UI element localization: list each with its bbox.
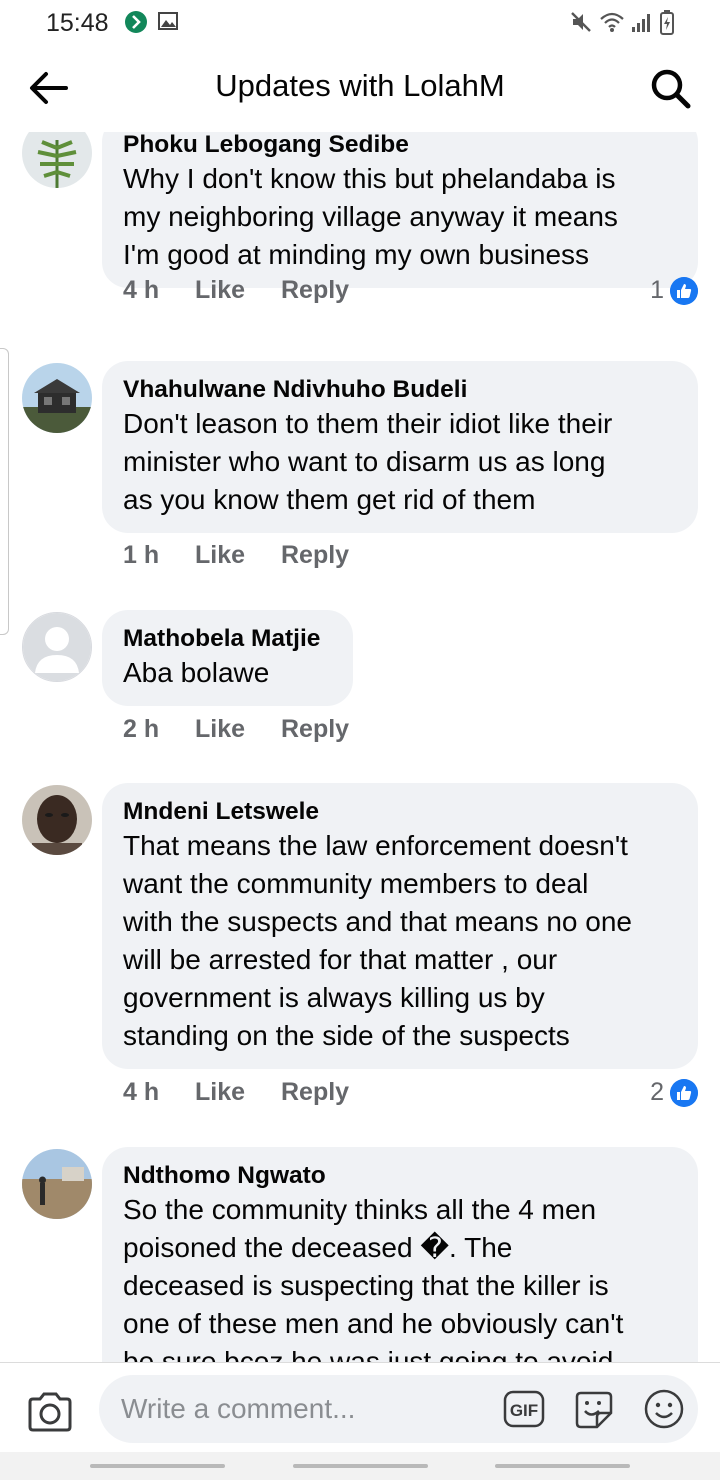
gif-label: GIF bbox=[510, 1401, 538, 1420]
comment-author[interactable]: Mathobela Matjie bbox=[123, 624, 333, 654]
comment-line: Why I don't know this but phelandaba is bbox=[123, 163, 616, 194]
comment-bubble[interactable]: Mndeni Letswele That means the law enfor… bbox=[102, 783, 698, 1069]
comment-line: government is always killing us by bbox=[123, 982, 545, 1013]
comment-line: Aba bolawe bbox=[123, 657, 270, 688]
header: Updates with LolahM bbox=[0, 46, 720, 132]
reaction-number: 1 bbox=[650, 276, 664, 304]
comment-author[interactable]: Phoku Lebogang Sedibe bbox=[123, 132, 678, 160]
nav-back-button[interactable] bbox=[495, 1464, 630, 1468]
comment-author[interactable]: Ndthomo Ngwato bbox=[123, 1161, 678, 1191]
comment-line: deceased is suspecting that the killer i… bbox=[123, 1270, 609, 1301]
comment-line: be sure bcoz he was just going to avoid bbox=[123, 1346, 614, 1362]
avatar[interactable] bbox=[22, 612, 92, 682]
camera-icon bbox=[28, 1392, 72, 1432]
gallery-icon bbox=[158, 12, 178, 30]
reply-button[interactable]: Reply bbox=[281, 715, 349, 744]
reaction-count[interactable]: 2 bbox=[628, 1078, 698, 1110]
comment-time: 4 h bbox=[123, 1078, 160, 1106]
comment-bubble[interactable]: Mathobela Matjie Aba bolawe bbox=[102, 610, 353, 706]
comment-input-placeholder: Write a comment... bbox=[121, 1393, 356, 1424]
comments-list: Phoku Lebogang Sedibe Why I don't know t… bbox=[0, 132, 720, 1362]
page-title: Updates with LolahM bbox=[215, 68, 505, 103]
comment-text: Aba bolawe bbox=[123, 654, 333, 692]
sticker-icon[interactable] bbox=[573, 1389, 615, 1431]
comment-bubble[interactable]: Vhahulwane Ndivhuho Budeli Don't leason … bbox=[102, 361, 698, 533]
status-time: 15:48 bbox=[46, 9, 109, 37]
comment-text: Don't leason to them their idiot like th… bbox=[123, 405, 678, 519]
app-notification-icon bbox=[125, 11, 147, 33]
avatar[interactable] bbox=[22, 132, 92, 188]
avatar-photo-plant bbox=[22, 132, 92, 188]
search-button[interactable] bbox=[648, 66, 694, 112]
avatar[interactable] bbox=[22, 363, 92, 433]
comment-time: 1 h bbox=[123, 541, 160, 569]
comment-author[interactable]: Vhahulwane Ndivhuho Budeli bbox=[123, 375, 678, 405]
nav-recent-button[interactable] bbox=[90, 1464, 225, 1468]
thumbs-up-icon bbox=[670, 1079, 698, 1107]
nav-home-button[interactable] bbox=[293, 1464, 428, 1468]
avatar[interactable] bbox=[22, 785, 92, 855]
comment-line: one of these men and he obviously can't bbox=[123, 1308, 624, 1339]
signal-icon bbox=[632, 14, 650, 32]
reply-button[interactable]: Reply bbox=[281, 541, 349, 570]
comment-time: 4 h bbox=[123, 276, 160, 304]
comment-text: Why I don't know this but phelandaba is … bbox=[123, 160, 678, 274]
comment-line: as you know them get rid of them bbox=[123, 484, 536, 515]
default-avatar-icon bbox=[23, 613, 91, 681]
like-button[interactable]: Like bbox=[195, 715, 245, 744]
comment-line: That means the law enforcement doesn't bbox=[123, 830, 628, 861]
camera-button[interactable] bbox=[26, 1390, 74, 1434]
emoji-icon[interactable] bbox=[644, 1389, 684, 1429]
comment-bubble[interactable]: Phoku Lebogang Sedibe Why I don't know t… bbox=[102, 132, 698, 288]
avatar-photo-person bbox=[22, 785, 92, 855]
system-nav-bar bbox=[0, 1452, 720, 1480]
comment-author[interactable]: Mndeni Letswele bbox=[123, 797, 678, 827]
reaction-count[interactable]: 1 bbox=[628, 276, 698, 308]
like-button[interactable]: Like bbox=[195, 541, 245, 570]
avatar-photo-building bbox=[22, 363, 92, 433]
comment-text: That means the law enforcement doesn't w… bbox=[123, 827, 678, 1055]
reaction-number: 2 bbox=[650, 1078, 664, 1106]
comment-line: want the community members to deal bbox=[123, 868, 589, 899]
thumbs-up-icon bbox=[670, 277, 698, 305]
like-button[interactable]: Like bbox=[195, 1078, 245, 1107]
comment-line: I'm good at minding my own business bbox=[123, 239, 590, 270]
comment-input[interactable]: Write a comment... GIF bbox=[99, 1375, 698, 1443]
comment-line: So the community thinks all the 4 men bbox=[123, 1194, 597, 1225]
comment-line: standing on the side of the suspects bbox=[123, 1020, 570, 1051]
status-bar: 15:48 bbox=[0, 0, 720, 46]
wifi-icon bbox=[600, 12, 624, 32]
mute-icon bbox=[571, 12, 591, 32]
reply-button[interactable]: Reply bbox=[281, 1078, 349, 1107]
reply-button[interactable]: Reply bbox=[281, 276, 349, 305]
comment-text: So the community thinks all the 4 men po… bbox=[123, 1191, 678, 1362]
comment-line: will be arrested for that matter , our bbox=[123, 944, 558, 975]
search-icon bbox=[651, 69, 691, 109]
comment-time: 2 h bbox=[123, 715, 160, 743]
avatar-photo-landscape bbox=[22, 1149, 92, 1219]
comment-line: minister who want to disarm us as long bbox=[123, 446, 606, 477]
like-button[interactable]: Like bbox=[195, 276, 245, 305]
gif-button[interactable]: GIF bbox=[503, 1390, 545, 1428]
avatar[interactable] bbox=[22, 1149, 92, 1219]
comment-line: my neighboring village anyway it means bbox=[123, 201, 618, 232]
comment-line: Don't leason to them their idiot like th… bbox=[123, 408, 613, 439]
comment-line: with the suspects and that means no one bbox=[123, 906, 632, 937]
comment-bubble[interactable]: Ndthomo Ngwato So the community thinks a… bbox=[102, 1147, 698, 1362]
battery-charging-icon bbox=[660, 10, 674, 35]
comment-line: poisoned the deceased �. The bbox=[123, 1232, 513, 1263]
